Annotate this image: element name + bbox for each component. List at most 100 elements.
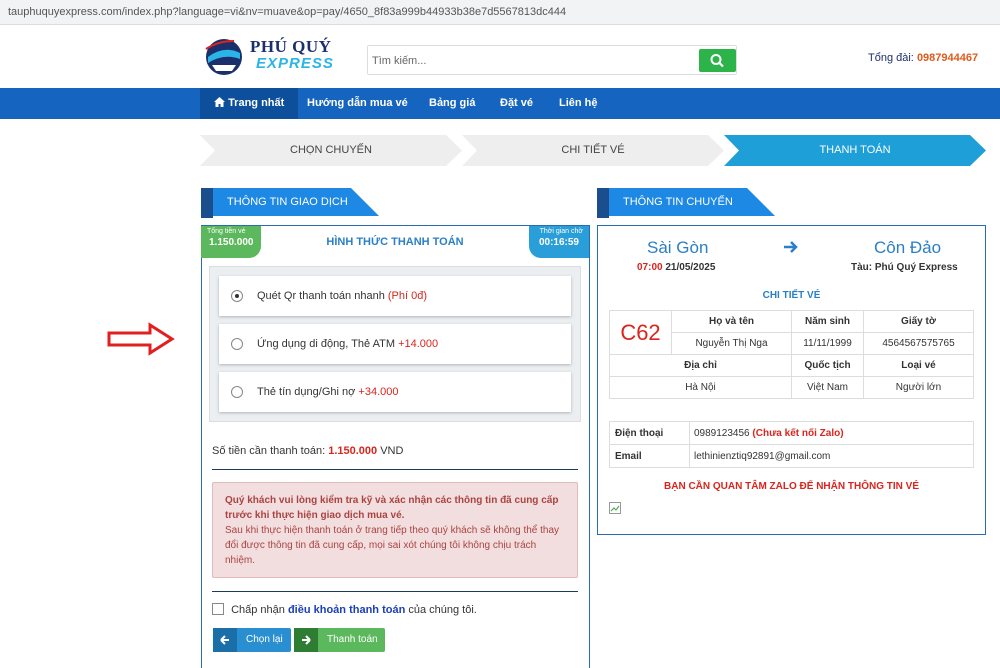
payment-method-title: HÌNH THỨC THANH TOÁN: [326, 236, 464, 248]
radio-card[interactable]: [231, 386, 243, 398]
option-fee: +34.000: [358, 386, 399, 398]
nav-home[interactable]: Trang nhất: [200, 88, 299, 119]
terms-prefix: Chấp nhận: [231, 604, 285, 616]
hotline-number[interactable]: 0987944467: [917, 52, 978, 64]
zalo-notice: BẠN CẦN QUAN TÂM ZALO ĐỂ NHẬN THÔNG TIN …: [664, 481, 919, 492]
option-fee: +14.000: [398, 338, 439, 350]
amount-value: 1.150.000: [328, 445, 378, 457]
nav-booking[interactable]: Đặt vé: [500, 88, 533, 119]
email-label: Email: [609, 444, 690, 468]
step-label: CHI TIẾT VÉ: [561, 144, 625, 156]
total-label: Tổng tiền vé: [207, 228, 246, 235]
phone-cell: 0989123456 (Chưa kết nối Zalo): [689, 421, 974, 445]
divider: [212, 469, 578, 470]
step-ticket-detail: CHI TIẾT VÉ: [462, 135, 724, 166]
timer-value: 00:16:59: [538, 237, 579, 248]
step-label: CHỌN CHUYẾN: [290, 144, 372, 156]
transaction-tab-label: THÔNG TIN GIAO DỊCH: [227, 196, 348, 208]
total-badge: Tổng tiền vé 1.150.000: [201, 226, 261, 258]
back-button[interactable]: Chọn lại: [213, 628, 291, 652]
timer-label: Thời gian chờ: [539, 228, 583, 235]
destination-port: Côn Đảo: [874, 238, 942, 257]
nav-home-label: Trang nhất: [228, 97, 285, 109]
right-arrow-annotation-icon: [107, 322, 175, 356]
zalo-status: (Chưa kết nối Zalo): [752, 427, 844, 439]
search-button[interactable]: [699, 49, 736, 72]
contact-table: Điện thoại 0989123456 (Chưa kết nối Zalo…: [609, 421, 974, 468]
warning-bold-text: Quý khách vui lòng kiểm tra kỹ và xác nh…: [225, 495, 559, 521]
warning-alert: Quý khách vui lòng kiểm tra kỹ và xác nh…: [212, 482, 578, 578]
departure-time: 07:00: [637, 262, 663, 273]
logo-text-bottom: EXPRESS: [256, 55, 334, 72]
option-label: Quét Qr thanh toán nhanh: [257, 290, 385, 302]
arrow-left-icon: [213, 628, 237, 652]
phone-label: Điện thoại: [609, 421, 690, 445]
amount-currency: VND: [380, 445, 404, 457]
radio-qr[interactable]: [231, 290, 243, 302]
step-payment: THANH TOÁN: [724, 135, 986, 166]
search-icon: [710, 54, 724, 68]
header-id-doc: Giấy tờ: [863, 310, 974, 333]
departure-date: 21/05/2025: [665, 262, 716, 273]
origin-port: Sài Gòn: [647, 238, 709, 257]
passenger-address: Hà Nội: [609, 376, 792, 399]
terms-checkbox[interactable]: [212, 603, 224, 615]
site-logo[interactable]: PHÚ QUÝ EXPRESS: [204, 35, 344, 77]
radio-atm[interactable]: [231, 338, 243, 350]
arrow-right-icon: [784, 241, 798, 253]
transaction-tab: THÔNG TIN GIAO DỊCH: [201, 188, 381, 218]
option-label: Thẻ tín dụng/Ghi nợ: [257, 386, 356, 398]
step-choose-trip: CHỌN CHUYẾN: [200, 135, 462, 166]
passenger-id-doc: 4564567575765: [863, 332, 974, 355]
payment-option-atm[interactable]: Ứng dụng di động, Thẻ ATM +14.000: [219, 324, 571, 364]
nav-price[interactable]: Bảng giá: [429, 88, 475, 119]
seat-number: C62: [609, 310, 672, 355]
vessel-name: Tàu: Phú Quý Express: [851, 262, 958, 273]
arrow-right-icon: [294, 628, 318, 652]
main-nav: Trang nhất Hướng dẫn mua vé Bảng giá Đặt…: [0, 88, 1000, 119]
option-fee: (Phí 0đ): [387, 290, 428, 302]
header-ticket-type: Loại vé: [863, 354, 974, 377]
trip-tab-label: THÔNG TIN CHUYẾN: [623, 196, 733, 208]
site-header: PHÚ QUÝ EXPRESS Tổng đài: 0987944467: [0, 26, 1000, 88]
pay-button-label: Thanh toán: [327, 634, 378, 645]
nav-guide[interactable]: Hướng dẫn mua vé: [307, 88, 408, 119]
amount-label: Số tiền cần thanh toán:: [212, 445, 326, 457]
header-address: Địa chỉ: [609, 354, 792, 377]
terms-row: Chấp nhận điều khoản thanh toán của chún…: [212, 603, 477, 616]
terms-link[interactable]: điều khoản thanh toán: [288, 604, 405, 616]
broken-image-icon: [609, 502, 621, 514]
header-nationality: Quốc tịch: [791, 354, 864, 377]
ticket-detail-title: CHI TIẾT VÉ: [762, 290, 821, 301]
total-value: 1.150.000: [209, 237, 254, 248]
back-button-label: Chọn lại: [246, 634, 283, 645]
hotline: Tổng đài: 0987944467: [868, 52, 978, 64]
home-icon: [214, 97, 225, 107]
payment-option-card[interactable]: Thẻ tín dụng/Ghi nợ +34.000: [219, 372, 571, 412]
option-label: Ứng dụng di động, Thẻ ATM: [257, 338, 396, 350]
payment-options: Quét Qr thanh toán nhanh (Phí 0đ) Ứng dụ…: [209, 266, 581, 422]
passenger-ticket-type: Người lớn: [863, 376, 974, 399]
ticket-table: C62 Họ và tên Năm sinh Giấy tờ Nguyễn Th…: [609, 310, 974, 399]
header-birth-year: Năm sinh: [791, 310, 864, 333]
pay-button[interactable]: Thanh toán: [294, 628, 385, 652]
amount-due: Số tiền cần thanh toán: 1.150.000 VND: [212, 445, 403, 457]
search-input[interactable]: [372, 50, 692, 72]
warning-text: Sau khi thực hiện thanh toán ở trang tiế…: [225, 525, 560, 566]
payment-option-qr[interactable]: Quét Qr thanh toán nhanh (Phí 0đ): [219, 276, 571, 316]
header-name: Họ và tên: [671, 310, 792, 333]
step-label: THANH TOÁN: [819, 144, 891, 156]
passenger-name: Nguyễn Thị Nga: [671, 332, 792, 355]
divider: [212, 591, 578, 592]
logo-text-top: PHÚ QUÝ: [250, 37, 332, 56]
hotline-label: Tổng đài:: [868, 52, 914, 64]
email-value: lethinienztiq92891@gmail.com: [689, 444, 974, 468]
ship-logo-icon: [205, 39, 242, 75]
passenger-nationality: Việt Nam: [791, 376, 864, 399]
departure-datetime: 07:00 21/05/2025: [637, 262, 715, 273]
timer-badge: Thời gian chờ 00:16:59: [529, 226, 589, 258]
terms-suffix: của chúng tôi.: [408, 604, 477, 616]
phone-value: 0989123456: [694, 427, 750, 439]
nav-contact[interactable]: Liên hệ: [559, 88, 598, 119]
browser-url-bar[interactable]: tauphuquyexpress.com/index.php?language=…: [0, 0, 1000, 25]
